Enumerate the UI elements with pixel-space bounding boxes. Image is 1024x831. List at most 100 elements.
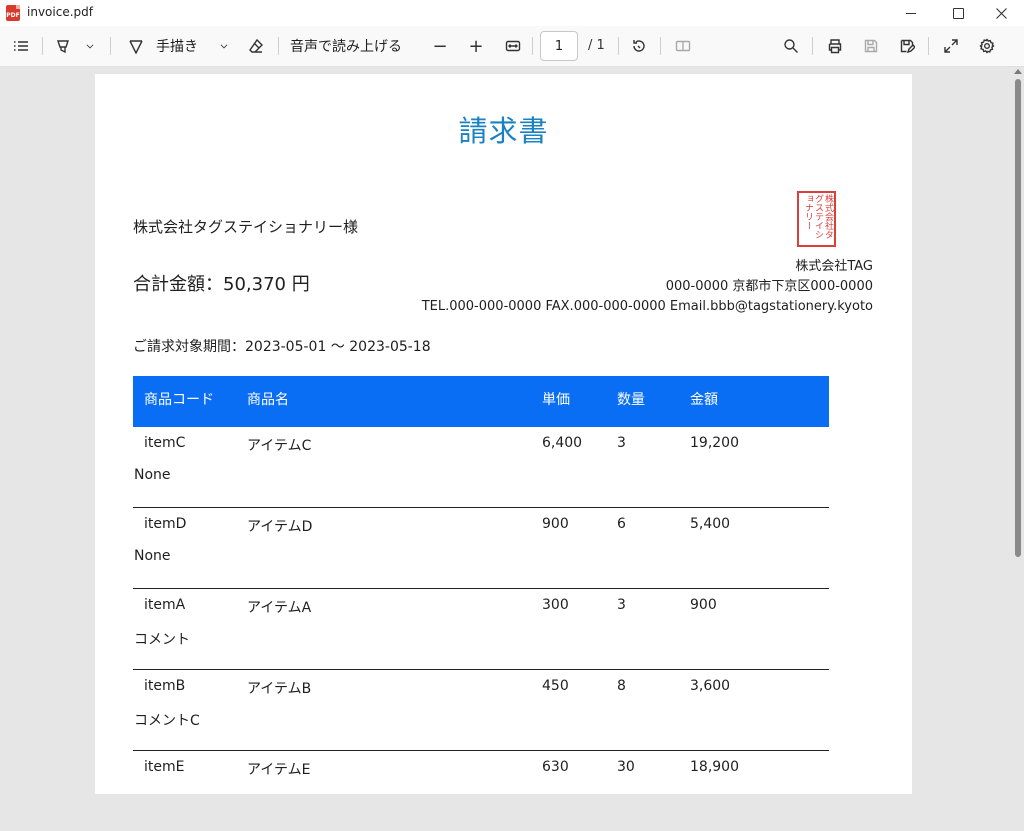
zoom-out-button[interactable]: − [430,26,450,66]
highlight-button[interactable] [52,26,74,66]
item-unit-price: 300 [542,597,569,613]
save-icon [864,39,878,53]
item-amount: 5,400 [690,516,731,532]
draw-options-button[interactable] [216,26,232,66]
title-bar: PDF invoice.pdf [0,0,1024,26]
total-amount: 合計金額：50,370 円 [133,274,310,295]
minimize-button[interactable] [888,0,934,26]
item-quantity: 8 [617,678,626,694]
page-total: / 1 [588,38,605,53]
scroll-up-arrow-icon[interactable] [1014,69,1022,74]
zoom-in-button[interactable]: + [466,26,486,66]
maximize-icon [952,7,964,19]
close-button[interactable] [978,0,1024,26]
chevron-down-icon [86,44,94,49]
window-title: invoice.pdf [27,5,93,19]
toolbar-divider [618,37,619,55]
save-button[interactable] [860,26,882,66]
table-row: itemB アイテムB 450 8 3,600 コメントC [133,670,829,751]
rotate-icon [633,40,645,52]
read-aloud-button[interactable]: 音声で読み上げる [290,26,410,66]
search-button[interactable] [780,26,802,66]
issuer-info: 株式会社TAG 000-0000 京都市下京区000-0000 TEL.000-… [422,257,873,317]
page-number-input[interactable]: 1 [540,31,578,61]
item-unit-price: 630 [542,759,569,775]
item-comment: コメント [134,632,190,648]
draw-label: 手描き [156,39,198,55]
item-quantity: 3 [617,435,626,451]
pdf-page: 請求書 株式会社タグステイショナリー様 合計金額：50,370 円 株式会社タグ… [95,74,912,794]
item-code: itemD [144,516,187,532]
item-code: itemC [144,435,186,451]
issuer-contact: TEL.000-000-0000 FAX.000-000-0000 Email.… [421,299,873,314]
column-header-code: 商品コード [144,392,214,408]
item-quantity: 3 [617,597,626,613]
item-quantity: 30 [617,759,635,775]
draw-button[interactable]: 手描き [128,26,210,66]
table-row: itemD アイテムD 900 6 5,400 None [133,508,829,589]
issuer-name: 株式会社TAG [795,259,873,274]
draw-icon [129,40,143,54]
item-amount: 18,900 [690,759,739,775]
item-amount: 3,600 [690,678,731,694]
contents-icon [14,41,28,51]
save-as-icon [900,39,915,54]
toolbar-divider [110,37,111,55]
read-aloud-label: 音声で読み上げる [290,39,402,55]
table-row: itemA アイテムA 300 3 900 コメント [133,589,829,670]
minimize-icon [906,12,916,14]
print-button[interactable] [824,26,846,66]
column-header-price: 単価 [542,392,570,408]
fit-width-icon [505,40,521,52]
scroll-thumb[interactable] [1015,79,1021,557]
save-as-button[interactable] [896,26,918,66]
print-icon [828,39,842,54]
item-code: itemB [144,678,186,694]
item-unit-price: 900 [542,516,569,532]
eraser-button[interactable] [245,26,267,66]
highlight-options-button[interactable] [82,26,98,66]
eraser-icon [249,38,263,53]
customer-name: 株式会社タグステイショナリー様 [133,218,359,236]
contents-button[interactable] [10,26,32,66]
toolbar-divider [660,37,661,55]
fullscreen-icon [944,39,958,53]
toolbar-divider [42,37,43,55]
table-header: 商品コード 商品名 単価 数量 金額 [133,376,829,427]
table-row: itemE アイテムE 630 30 18,900 [133,751,829,831]
vertical-scrollbar[interactable] [1012,67,1024,779]
close-icon [995,7,1007,19]
rotate-button[interactable] [628,26,650,66]
item-unit-price: 6,400 [542,435,583,451]
issuer-address: 000-0000 京都市下京区000-0000 [665,279,873,294]
fit-width-button[interactable] [502,26,524,66]
settings-icon [979,38,995,54]
item-amount: 900 [690,597,717,613]
highlight-icon [57,40,69,54]
item-code: itemE [144,759,185,775]
item-comment: None [134,548,171,564]
item-amount: 19,200 [690,435,739,451]
item-comment: None [134,467,171,483]
item-name: アイテムB [247,681,312,697]
item-name: アイテムD [247,519,313,535]
column-header-quantity: 数量 [617,392,645,408]
pdf-file-icon: PDF [6,5,20,21]
item-name: アイテムC [247,438,312,454]
column-header-amount: 金額 [690,392,718,408]
table-row: itemC アイテムC 6,400 3 19,200 None [133,427,829,508]
item-comment: コメントC [134,713,200,729]
item-name: アイテムE [247,762,311,778]
toolbar-divider [532,37,533,55]
search-icon [784,39,798,53]
maximize-button[interactable] [935,0,981,26]
chevron-down-icon [220,44,228,49]
two-page-button[interactable] [672,26,694,66]
item-quantity: 6 [617,516,626,532]
two-page-icon [675,40,691,52]
fullscreen-button[interactable] [940,26,962,66]
toolbar-divider [812,37,813,55]
item-code: itemA [144,597,186,613]
item-name: アイテムA [247,600,312,616]
settings-button[interactable] [976,26,998,66]
